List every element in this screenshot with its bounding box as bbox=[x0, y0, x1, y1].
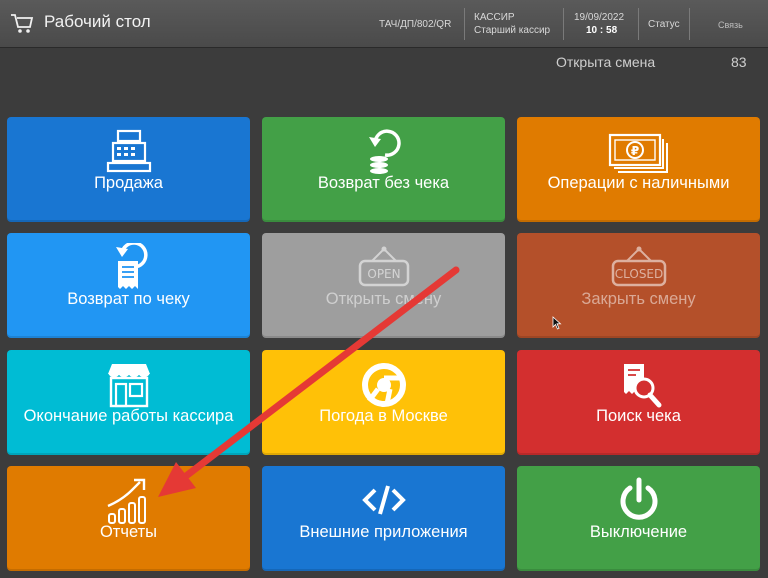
separator bbox=[563, 8, 564, 40]
cash-register-icon bbox=[106, 129, 151, 173]
closed-sign-icon: CLOSED bbox=[611, 246, 666, 287]
receipt-return-icon bbox=[115, 243, 148, 289]
current-date: 19/09/2022 bbox=[574, 12, 625, 23]
tile-cash-operations[interactable]: ₽ Операции с наличными bbox=[517, 117, 760, 222]
chrome-icon bbox=[361, 363, 406, 407]
tile-label: Возврат без чека bbox=[317, 174, 450, 192]
device-id: ТАЧ/ДП/802/QR bbox=[379, 19, 452, 30]
power-icon bbox=[620, 477, 657, 520]
sign-text: OPEN bbox=[367, 267, 400, 281]
tile-power-off[interactable]: Выключение bbox=[517, 466, 760, 571]
tile-label: Возврат по чеку bbox=[67, 290, 190, 308]
tile-label: Окончание работы кассира bbox=[23, 407, 234, 425]
status-button[interactable]: Статус bbox=[648, 19, 680, 31]
store-icon bbox=[107, 364, 150, 408]
tile-search-receipt[interactable]: Поиск чека bbox=[517, 350, 760, 455]
tile-weather-moscow[interactable]: Погода в Москве bbox=[262, 350, 505, 455]
cashier-name: Старший кассир bbox=[474, 25, 551, 36]
mouse-cursor-icon bbox=[552, 316, 562, 330]
tile-label: Выключение bbox=[589, 523, 688, 541]
svg-text:₽: ₽ bbox=[630, 144, 638, 158]
tile-external-apps[interactable]: Внешние приложения bbox=[262, 466, 505, 571]
chart-growth-icon bbox=[107, 478, 146, 524]
sign-text: CLOSED bbox=[614, 267, 663, 281]
separator bbox=[638, 8, 639, 40]
tile-return-by-receipt[interactable]: Возврат по чеку bbox=[7, 233, 250, 338]
tile-reports[interactable]: Отчеты bbox=[7, 466, 250, 571]
banknotes-icon: ₽ bbox=[608, 133, 668, 173]
tile-label: Закрыть смену bbox=[581, 290, 696, 308]
current-time: 10 : 58 bbox=[586, 25, 618, 36]
receipt-search-icon bbox=[623, 364, 661, 408]
tile-label: Поиск чека bbox=[596, 407, 681, 425]
separator bbox=[689, 8, 690, 40]
tile-label: Отчеты bbox=[99, 523, 158, 541]
tile-label: Погода в Москве bbox=[319, 407, 448, 425]
tile-sale[interactable]: Продажа bbox=[7, 117, 250, 222]
app-title: Рабочий стол bbox=[44, 12, 151, 31]
tile-return-no-receipt[interactable]: Возврат без чека bbox=[262, 117, 505, 222]
connection-indicator: Связь bbox=[718, 20, 743, 30]
tile-label: Продажа bbox=[94, 174, 163, 192]
top-bar: Рабочий стол ТАЧ/ДП/802/QR КАССИР Старши… bbox=[0, 0, 768, 48]
coins-return-icon bbox=[368, 129, 401, 174]
tile-open-shift[interactable]: OPEN Открыть смену bbox=[262, 233, 505, 338]
cashier-role: КАССИР bbox=[474, 12, 515, 23]
tile-label: Внешние приложения bbox=[299, 523, 468, 541]
separator bbox=[464, 8, 465, 40]
shopping-cart-icon bbox=[11, 14, 34, 33]
tile-end-cashier-work[interactable]: Окончание работы кассира bbox=[7, 350, 250, 455]
shift-number: 83 bbox=[731, 54, 747, 70]
shift-status: Открыта смена bbox=[556, 54, 656, 70]
tile-label: Операции с наличными bbox=[547, 174, 730, 192]
tile-label: Открыть смену bbox=[325, 290, 442, 308]
open-sign-icon: OPEN bbox=[358, 246, 409, 287]
code-icon bbox=[361, 485, 406, 515]
